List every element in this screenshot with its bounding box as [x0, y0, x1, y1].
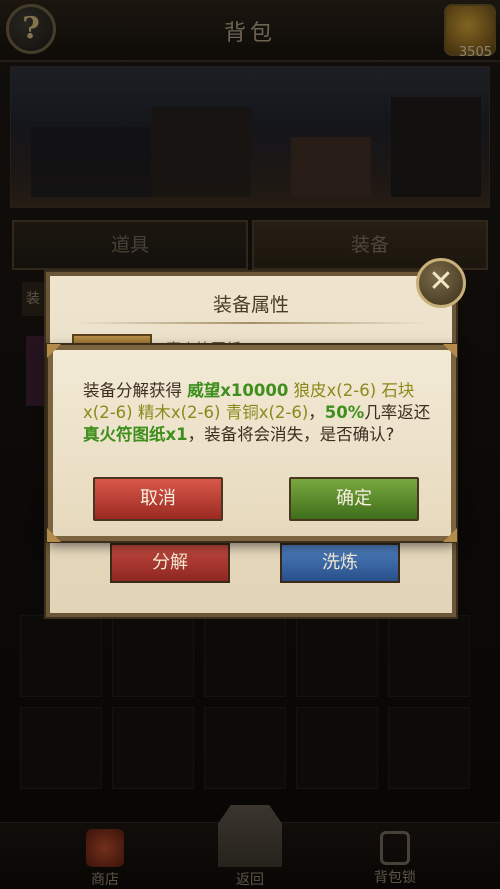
msg-suffix: ，装备将会消失，是否确认? [187, 425, 395, 444]
reward-bronze: 青铜x(2-6) [225, 403, 309, 422]
divider [74, 322, 428, 324]
chance-percent: 50% [324, 403, 365, 422]
reward-blueprint: 真火符图纸x1 [83, 425, 188, 444]
confirm-message: 装备分解获得 威望x10000 狼皮x(2-6) 石块x(2-6) 精木x(2-… [83, 381, 431, 444]
dialog-corner-ornament [443, 528, 457, 542]
reward-prestige: 威望x10000 [187, 381, 289, 400]
dialog-corner-ornament [47, 344, 61, 358]
reward-fine-wood: 精木x(2-6) [137, 403, 221, 422]
backpack-screen: ? 背包 3505 道具 装备 装 商店 返回 背包锁 装备属性 ✕ 分解 洗炼… [0, 0, 500, 889]
dialog-corner-ornament [47, 528, 61, 542]
confirm-button[interactable]: 确定 [289, 477, 419, 521]
decompose-confirm-dialog: 装备分解获得 威望x10000 狼皮x(2-6) 石块x(2-6) 精木x(2-… [47, 344, 457, 542]
decompose-button[interactable]: 分解 [110, 543, 230, 583]
cancel-button[interactable]: 取消 [93, 477, 223, 521]
close-button[interactable]: ✕ [416, 258, 466, 308]
reward-wolf-pelt: 狼皮x(2-6) [293, 381, 377, 400]
msg-mid: 几率返还 [364, 403, 431, 422]
msg-prefix: 装备分解获得 [83, 381, 188, 400]
dialog-corner-ornament [443, 344, 457, 358]
panel-title: 装备属性 [212, 294, 289, 316]
refine-button[interactable]: 洗炼 [280, 543, 400, 583]
close-icon: ✕ [428, 264, 454, 299]
